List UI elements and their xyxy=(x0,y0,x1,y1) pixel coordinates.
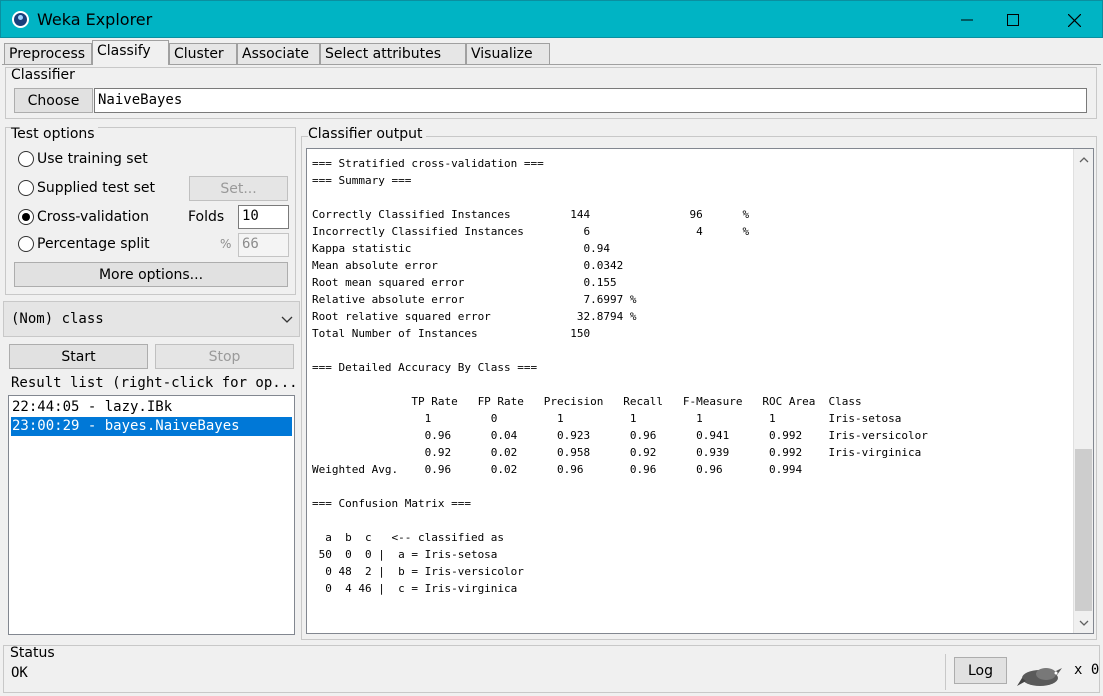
cross-validation-label: Cross-validation xyxy=(37,209,149,225)
class-attribute-select[interactable]: (Nom) class xyxy=(3,301,300,337)
use-training-set-label: Use training set xyxy=(37,151,148,167)
classifier-name-field[interactable]: NaiveBayes xyxy=(94,88,1087,113)
test-options-label: Test options xyxy=(11,126,98,142)
classifier-section-label: Classifier xyxy=(11,67,75,83)
classifier-output-text-area[interactable]: === Stratified cross-validation === === … xyxy=(306,148,1094,634)
output-scrollbar[interactable] xyxy=(1073,149,1093,633)
percentage-split-label: Percentage split xyxy=(37,236,150,252)
result-item-ibk[interactable]: 22:44:05 - lazy.IBk xyxy=(11,398,292,417)
more-options-button[interactable]: More options... xyxy=(14,262,288,287)
cross-validation-radio[interactable] xyxy=(18,209,34,225)
scroll-thumb[interactable] xyxy=(1075,449,1092,611)
status-panel xyxy=(3,645,1100,693)
maximize-icon xyxy=(1007,14,1019,26)
supplied-test-set-radio[interactable] xyxy=(18,180,34,196)
use-training-set-radio[interactable] xyxy=(18,151,34,167)
tab-preprocess[interactable]: Preprocess xyxy=(4,43,92,64)
status-label: Status xyxy=(10,645,55,661)
task-count: x 0 xyxy=(1074,662,1100,678)
class-attribute-value: (Nom) class xyxy=(11,311,104,327)
tab-classify[interactable]: Classify xyxy=(92,40,169,65)
set-test-set-button[interactable]: Set... xyxy=(189,176,288,201)
chevron-down-icon xyxy=(281,316,293,323)
percentage-split-input[interactable]: 66 xyxy=(238,233,289,257)
tab-cluster[interactable]: Cluster xyxy=(169,43,237,64)
folds-label: Folds xyxy=(188,209,225,225)
supplied-test-set-label: Supplied test set xyxy=(37,180,155,196)
classifier-output-label: Classifier output xyxy=(308,126,426,142)
tab-select-attributes[interactable]: Select attributes xyxy=(320,43,466,64)
result-item-naivebayes[interactable]: 23:00:29 - bayes.NaiveBayes xyxy=(11,417,292,436)
minimize-icon xyxy=(961,19,973,21)
log-button[interactable]: Log xyxy=(954,657,1007,684)
weka-bird-icon xyxy=(1017,668,1062,686)
tab-visualize[interactable]: Visualize xyxy=(466,43,550,64)
folds-input[interactable]: 10 xyxy=(238,205,289,229)
status-divider xyxy=(945,654,946,690)
start-button[interactable]: Start xyxy=(9,344,148,369)
close-button[interactable] xyxy=(1051,1,1097,39)
window-title: Weka Explorer xyxy=(37,10,153,29)
percent-sign: % xyxy=(220,237,232,251)
close-icon xyxy=(1067,13,1081,27)
weka-app-icon xyxy=(12,11,29,28)
title-bar: Weka Explorer xyxy=(0,0,1103,38)
result-list-label: Result list (right-click for op... xyxy=(11,375,298,391)
stop-button[interactable]: Stop xyxy=(155,344,294,369)
scroll-up-icon[interactable] xyxy=(1074,150,1093,168)
minimize-button[interactable] xyxy=(944,1,990,39)
status-value: OK xyxy=(11,665,28,681)
classifier-output-text: === Stratified cross-validation === === … xyxy=(312,157,928,595)
tab-associate[interactable]: Associate xyxy=(237,43,320,64)
maximize-button[interactable] xyxy=(990,1,1036,39)
scroll-down-icon[interactable] xyxy=(1074,614,1093,632)
percentage-split-radio[interactable] xyxy=(18,236,34,252)
choose-classifier-button[interactable]: Choose xyxy=(14,88,93,113)
result-list[interactable]: 22:44:05 - lazy.IBk 23:00:29 - bayes.Nai… xyxy=(8,395,295,635)
